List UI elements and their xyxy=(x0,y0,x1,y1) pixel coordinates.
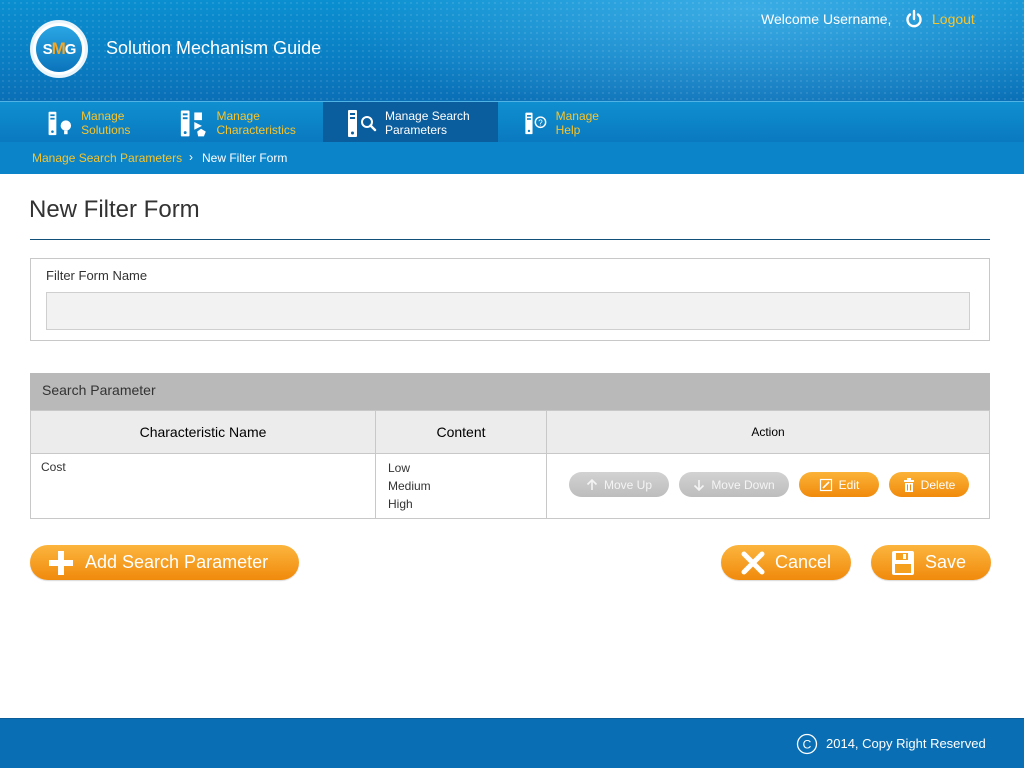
title-divider xyxy=(30,239,990,240)
page-title: New Filter Form xyxy=(29,196,200,223)
characteristics-icon xyxy=(180,110,206,136)
breadcrumb-separator: › xyxy=(189,150,193,164)
plus-icon xyxy=(49,550,73,575)
svg-text:?: ? xyxy=(538,118,543,127)
copyright-icon: C xyxy=(796,733,818,755)
search-parameters-icon xyxy=(348,109,377,137)
footer: C 2014, Copy Right Reserved xyxy=(0,718,1024,768)
trash-icon xyxy=(903,477,914,492)
column-header-characteristic-name: Characteristic Name xyxy=(30,410,376,454)
table-row: Cost Low Medium High Move Up Move Down E… xyxy=(30,453,990,519)
delete-button[interactable]: Delete xyxy=(889,472,969,497)
search-parameter-title: Search Parameter xyxy=(42,382,156,398)
column-header-content: Content xyxy=(375,410,547,454)
solutions-icon xyxy=(48,111,72,135)
filter-form-name-section: Filter Form Name xyxy=(30,258,990,341)
filter-form-name-label: Filter Form Name xyxy=(46,268,148,283)
edit-button[interactable]: Edit xyxy=(799,472,879,497)
breadcrumb-current: New Filter Form xyxy=(202,151,288,165)
app-title: Solution Mechanism Guide xyxy=(106,38,322,58)
breadcrumb: Manage Search Parameters › New Filter Fo… xyxy=(0,142,1024,174)
breadcrumb-link-manage-search-parameters[interactable]: Manage Search Parameters xyxy=(32,151,182,165)
nav-item-manage-help[interactable]: ? Manage Help xyxy=(523,102,643,143)
power-icon[interactable] xyxy=(904,9,924,29)
nav-item-manage-solutions[interactable]: Manage Solutions xyxy=(46,102,176,143)
main-nav: Manage Solutions Manage Characteristics Ma… xyxy=(0,101,1024,143)
nav-item-manage-characteristics[interactable]: Manage Characteristics xyxy=(178,102,322,143)
search-parameter-header: Search Parameter xyxy=(30,373,990,410)
logout-link[interactable]: Logout xyxy=(932,11,975,27)
action-cell: Move Up Move Down Edit Delete xyxy=(546,453,990,519)
help-icon: ? xyxy=(525,112,547,134)
svg-text:C: C xyxy=(803,738,812,752)
column-header-action: Action xyxy=(546,410,990,454)
welcome-text: Welcome Username, xyxy=(761,11,892,27)
pencil-icon xyxy=(819,478,832,491)
close-icon xyxy=(741,551,765,574)
content-value: Low xyxy=(388,461,411,475)
cancel-button[interactable]: Cancel xyxy=(721,545,851,580)
characteristic-name-cell: Cost xyxy=(30,453,376,519)
move-up-button[interactable]: Move Up xyxy=(569,472,669,497)
table-header-row: Characteristic Name Content Action xyxy=(30,410,990,454)
add-search-parameter-button[interactable]: Add Search Parameter xyxy=(30,545,299,580)
move-down-button[interactable]: Move Down xyxy=(679,472,789,497)
nav-item-manage-search-parameters[interactable]: Manage Search Parameters xyxy=(323,102,498,143)
content-value: High xyxy=(388,497,413,511)
save-button[interactable]: Save xyxy=(871,545,991,580)
floppy-disk-icon xyxy=(892,550,914,575)
smg-logo: SMG xyxy=(30,20,88,78)
filter-form-name-input[interactable] xyxy=(46,292,970,330)
app-header: SMG Solution Mechanism Guide Welcome Use… xyxy=(0,0,1024,101)
content-value: Medium xyxy=(388,479,431,493)
content-cell: Low Medium High xyxy=(375,453,547,519)
copyright-text: 2014, Copy Right Reserved xyxy=(826,736,986,751)
search-parameter-table: Characteristic Name Content Action Cost … xyxy=(30,410,990,519)
arrow-down-icon xyxy=(694,479,705,491)
arrow-up-icon xyxy=(586,478,598,490)
search-parameter-panel: Search Parameter Characteristic Name Con… xyxy=(30,373,990,519)
